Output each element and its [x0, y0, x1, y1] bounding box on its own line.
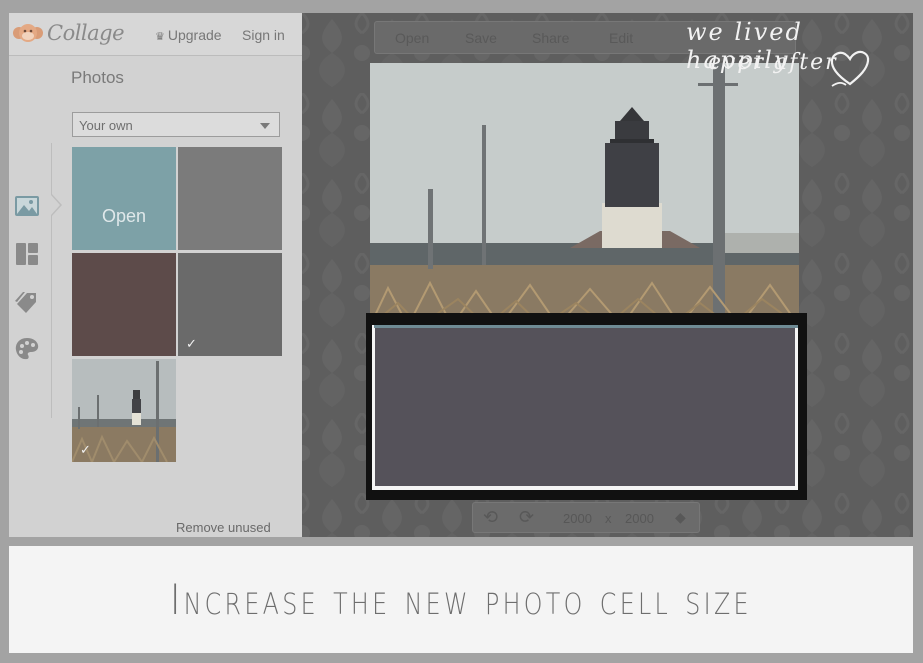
sign-in-link[interactable]: Sign in — [242, 27, 285, 43]
image-icon[interactable] — [14, 193, 40, 219]
check-icon: ✓ — [80, 443, 91, 458]
photo-source-select[interactable]: Your own — [72, 112, 280, 137]
check-icon: ✓ — [186, 337, 197, 352]
open-button[interactable]: Open — [395, 30, 429, 46]
share-button[interactable]: Share — [532, 30, 569, 46]
caption-banner: Increase the new photo cell size — [9, 546, 913, 653]
new-photo-cell[interactable] — [375, 328, 795, 486]
save-button[interactable]: Save — [465, 30, 497, 46]
undo-icon[interactable]: ⟲ — [483, 507, 498, 528]
lock-ratio-icon[interactable]: ◆ — [675, 510, 686, 526]
monkey-logo-icon[interactable] — [11, 22, 45, 44]
panel-title: Photos — [71, 68, 124, 87]
blog-watermark: we lived happily ever after — [676, 18, 906, 88]
photo-thumbnail[interactable]: ✓ — [178, 253, 282, 356]
photo-thumbnail[interactable] — [72, 253, 176, 356]
remove-unused-link[interactable]: Remove unused — [176, 520, 271, 535]
open-photos-tile[interactable]: Openphotos — [72, 147, 176, 250]
top-photo-cell[interactable] — [370, 63, 799, 326]
palette-icon[interactable] — [14, 336, 40, 362]
photo-source-value: Your own — [79, 118, 133, 133]
collage-canvas-area: Open Save Share Edit ⟲ ⟳ 2000 x 2000 ◆ — [302, 13, 913, 537]
stickers-icon[interactable] — [14, 289, 40, 315]
new-photo-cell-border — [372, 325, 798, 490]
cell-resize-handle[interactable] — [374, 325, 798, 328]
canvas-size-bar: ⟲ ⟳ 2000 x 2000 ◆ — [472, 502, 700, 533]
edit-button[interactable]: Edit — [609, 30, 633, 46]
photo-thumbnail[interactable] — [178, 147, 282, 250]
top-bar: Collage ♛ Upgrade Sign in — [9, 13, 302, 56]
lighthouse-photo — [370, 63, 799, 326]
canvas-height-value[interactable]: 2000 — [625, 511, 654, 526]
sidebar-divider — [51, 143, 52, 418]
watermark-line2: ever after — [708, 50, 838, 75]
photos-panel: Collage ♛ Upgrade Sign in Photos Your ow… — [9, 13, 302, 537]
open-photos-label: Openphotos — [101, 206, 147, 226]
chevron-down-icon — [260, 123, 270, 129]
upgrade-link[interactable]: ♛ Upgrade — [155, 27, 222, 43]
canvas-width-value[interactable]: 2000 — [563, 511, 592, 526]
lighthouse-photo-thumbnail[interactable]: ✓ — [72, 359, 176, 462]
collage-app-screenshot: Collage ♛ Upgrade Sign in Photos Your ow… — [9, 13, 913, 537]
crown-icon: ♛ — [155, 31, 165, 43]
caption-text: Increase the new photo cell size — [170, 575, 752, 624]
logo-text: Collage — [47, 21, 125, 45]
upgrade-label: Upgrade — [167, 27, 222, 43]
heart-icon — [830, 50, 870, 87]
new-photo-cell-frame — [366, 313, 807, 500]
size-separator: x — [605, 511, 612, 526]
redo-icon[interactable]: ⟳ — [519, 507, 534, 528]
layout-icon[interactable] — [14, 241, 40, 267]
